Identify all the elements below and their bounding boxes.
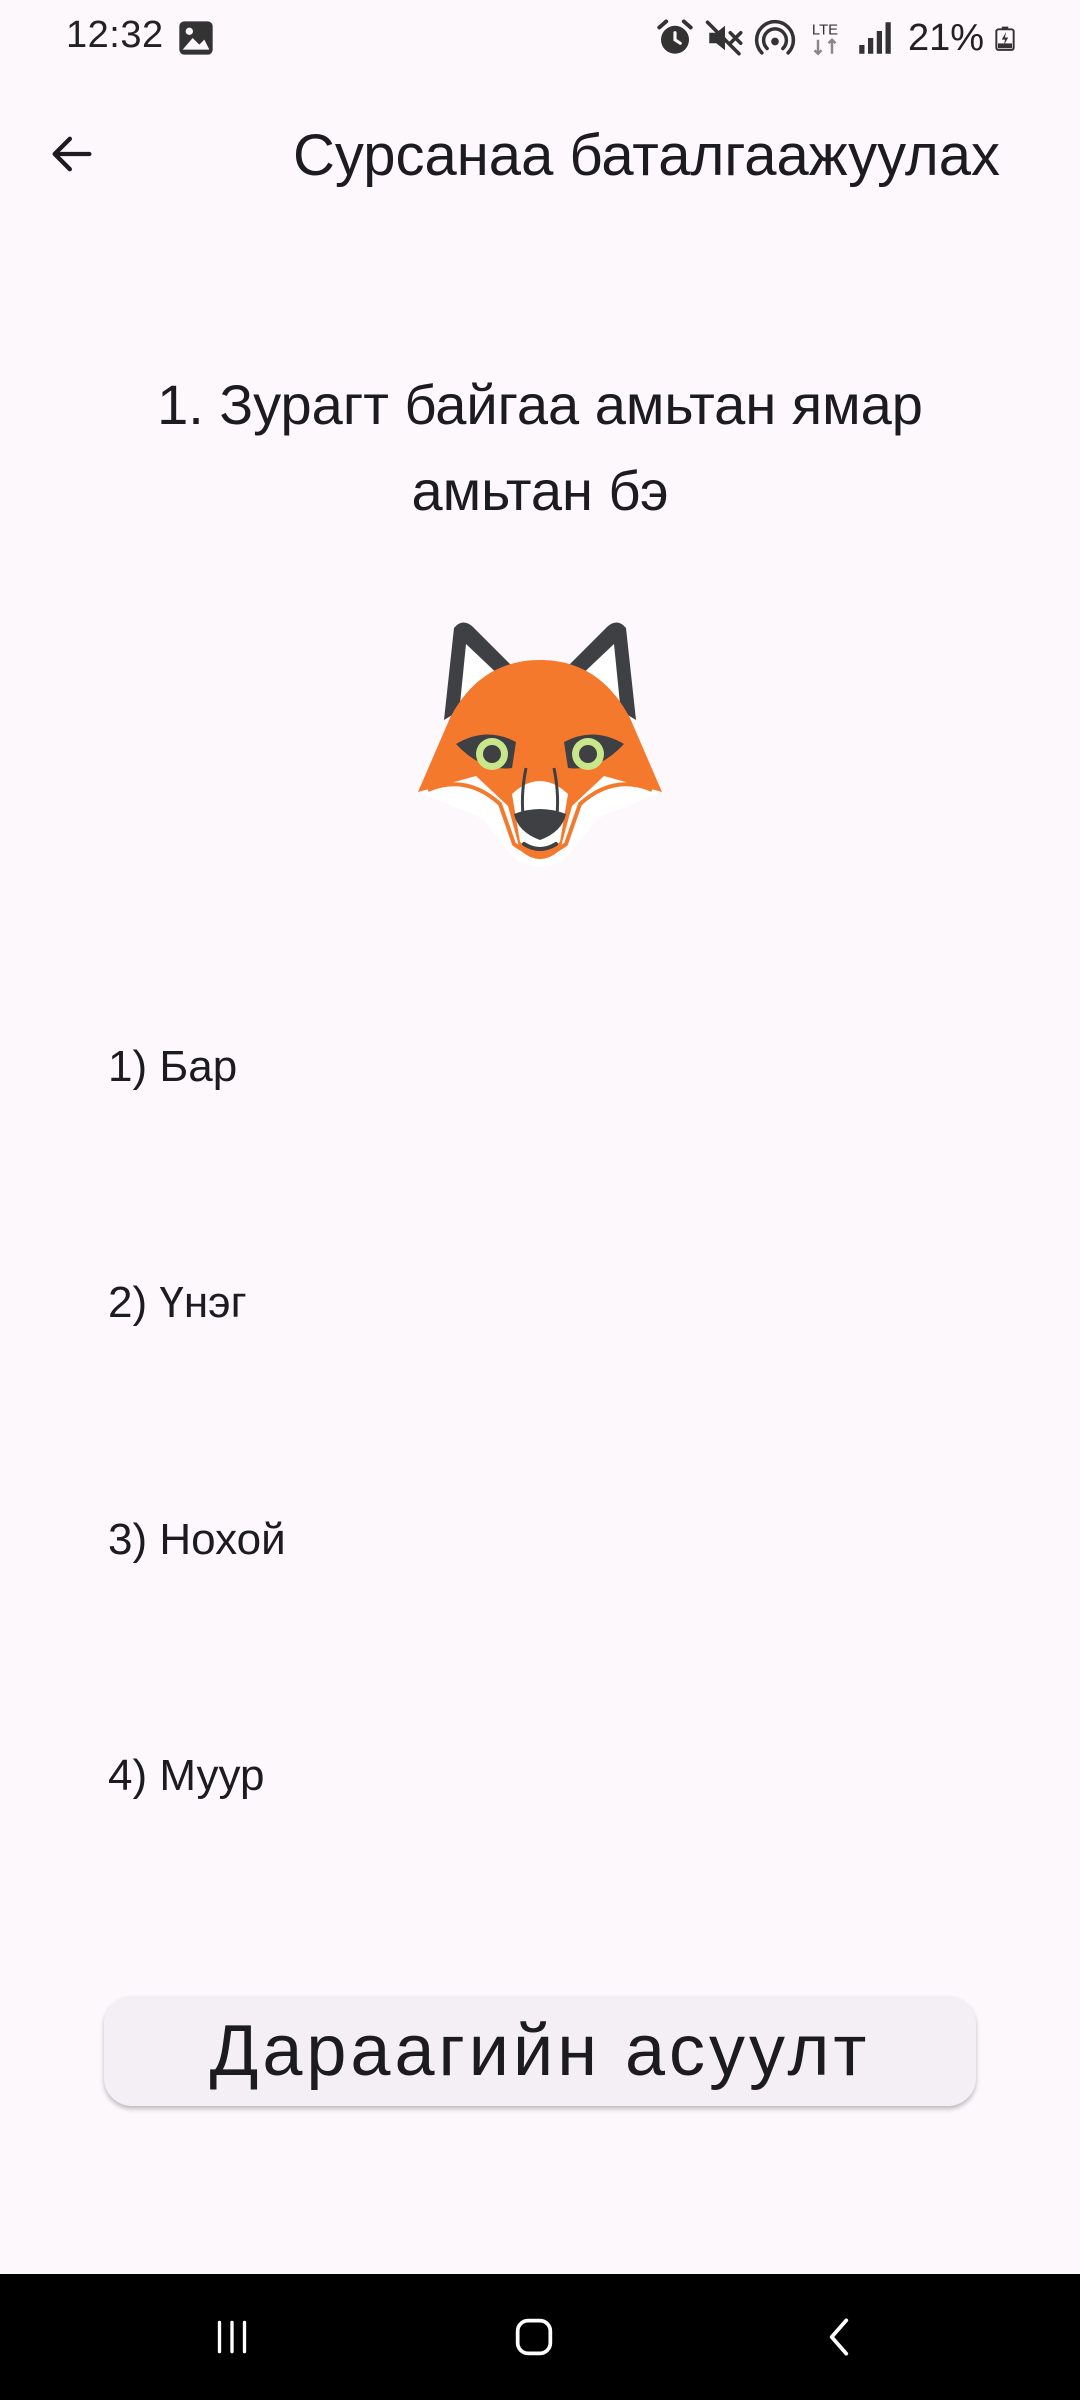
back-nav-icon: [829, 2318, 849, 2356]
mute-icon: [705, 20, 743, 56]
battery-icon: [995, 26, 1015, 51]
svg-text:LTE: LTE: [812, 23, 838, 39]
home-button[interactable]: [484, 2302, 584, 2372]
status-icons: LTE 21%: [654, 12, 1018, 64]
fox-face-icon: [418, 622, 662, 867]
recents-icon: [217, 2320, 247, 2354]
home-icon: [515, 2318, 553, 2356]
hotspot-icon: [754, 19, 796, 55]
battery-percent: 21%: [907, 16, 984, 59]
question-text: 1. Зурагт байгаа амьтан ямар амьтан бэ: [157, 373, 923, 522]
status-time: 12:32: [66, 14, 164, 56]
option-1[interactable]: 1) Бар: [108, 1037, 267, 1097]
app-bar: Сурсанаа баталгаажуулах: [0, 100, 1080, 208]
page-title: Сурсанаа баталгаажуулах: [293, 123, 1000, 188]
signal-icon: [859, 22, 891, 54]
option-2[interactable]: 2) Үнэг: [108, 1273, 277, 1333]
alarm-icon: [657, 19, 693, 54]
system-nav-bar: [0, 2274, 1080, 2400]
option-3[interactable]: 3) Нохой: [108, 1510, 316, 1570]
option-4[interactable]: 4) Муур: [108, 1746, 294, 1806]
next-question-button[interactable]: Дараагийн асуулт: [104, 1996, 976, 2106]
status-bar: 12:32 LTE 21%: [0, 0, 1080, 78]
image-icon: [179, 21, 213, 55]
recents-button[interactable]: [182, 2302, 282, 2372]
back-nav-button[interactable]: [790, 2302, 890, 2372]
lte-icon: LTE: [812, 23, 838, 56]
